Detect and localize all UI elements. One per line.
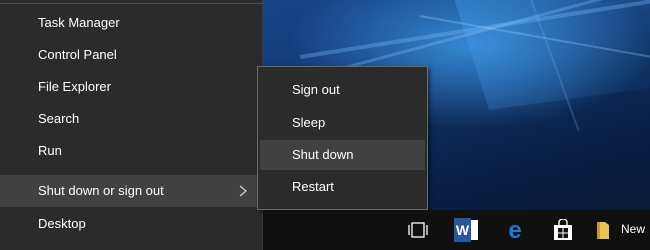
power-user-menu: Task Manager Control Panel File Explorer…: [0, 0, 263, 250]
edge-taskbar-button[interactable]: e: [491, 210, 539, 250]
menu-item-search[interactable]: Search: [0, 103, 262, 135]
menu-item-control-panel[interactable]: Control Panel: [0, 39, 262, 71]
menu-separator: [0, 3, 263, 4]
file-explorer-taskbar-button[interactable]: New: [585, 210, 650, 250]
menu-item-desktop[interactable]: Desktop: [0, 208, 262, 240]
submenu-item-restart[interactable]: Restart: [260, 172, 425, 202]
submenu-item-sleep[interactable]: Sleep: [260, 108, 425, 138]
word-taskbar-button[interactable]: W: [443, 210, 491, 250]
menu-item-label: Shut down or sign out: [38, 183, 164, 198]
edge-icon: e: [508, 219, 521, 241]
chevron-right-icon: [239, 185, 248, 197]
menu-item-file-explorer[interactable]: File Explorer: [0, 71, 262, 103]
submenu-item-shut-down[interactable]: Shut down: [260, 140, 425, 170]
store-icon: [554, 219, 572, 240]
svg-text:W: W: [456, 222, 470, 238]
taskbar-item-label: New: [621, 222, 646, 236]
word-icon: W: [454, 218, 478, 242]
svg-text:e: e: [508, 219, 521, 241]
submenu-item-sign-out[interactable]: Sign out: [260, 75, 425, 105]
shut-down-submenu: Sign out Sleep Shut down Restart: [257, 66, 428, 210]
folder-icon: [597, 222, 609, 239]
task-view-icon: [408, 222, 428, 238]
menu-item-task-manager[interactable]: Task Manager: [0, 7, 262, 39]
taskbar: W e New: [263, 210, 650, 250]
task-view-button[interactable]: [394, 210, 442, 250]
store-taskbar-button[interactable]: [539, 210, 587, 250]
menu-item-run[interactable]: Run: [0, 135, 262, 167]
menu-item-shut-down-or-sign-out[interactable]: Shut down or sign out: [0, 175, 262, 207]
